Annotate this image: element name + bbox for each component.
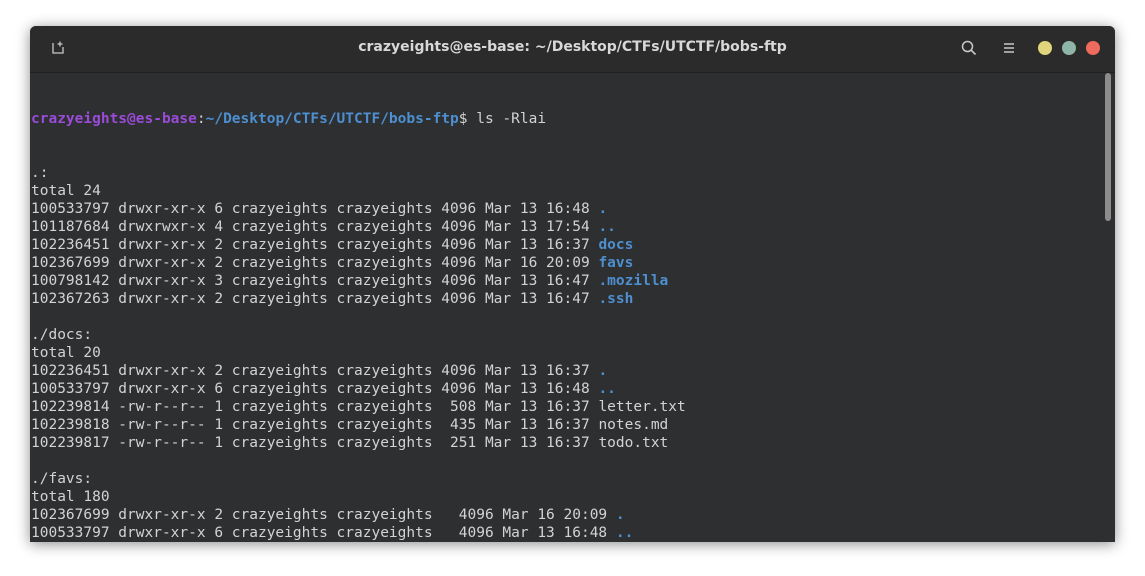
- line-text: 100533797 drwxr-xr-x 6 crazyeights crazy…: [31, 201, 599, 217]
- directory-name: .: [598, 363, 608, 379]
- output-line: 100533797 drwxr-xr-x 6 crazyeights crazy…: [31, 200, 782, 218]
- output-line: 102236451 drwxr-xr-x 2 crazyeights crazy…: [31, 236, 782, 254]
- scrollbar[interactable]: [1102, 73, 1115, 542]
- output-line: total 180: [31, 488, 782, 506]
- line-text: 102239817 -rw-r--r-- 1 crazyeights crazy…: [31, 435, 599, 451]
- line-text: 102367263 drwxr-xr-x 2 crazyeights crazy…: [31, 291, 599, 307]
- output-line: 100533797 drwxr-xr-x 6 crazyeights crazy…: [31, 380, 782, 398]
- output-line: 102239817 -rw-r--r-- 1 crazyeights crazy…: [31, 434, 782, 452]
- directory-name: docs: [598, 237, 634, 253]
- prompt-command: ls -Rlai: [467, 111, 547, 127]
- hamburger-menu-icon[interactable]: [1000, 39, 1018, 57]
- prompt-line: crazyeights@es-base:~/Desktop/CTFs/UTCTF…: [31, 110, 782, 128]
- maximize-button[interactable]: [1062, 41, 1076, 55]
- prompt-path: ~/Desktop/CTFs/UTCTF/bobs-ftp: [205, 111, 459, 127]
- prompt-separator: :: [196, 111, 206, 127]
- line-text: 102236451 drwxr-xr-x 2 crazyeights crazy…: [31, 237, 599, 253]
- output-line: 102239818 -rw-r--r-- 1 crazyeights crazy…: [31, 416, 782, 434]
- file-name: todo.txt: [598, 435, 669, 451]
- output-line: 102367263 drwxr-xr-x 2 crazyeights crazy…: [31, 290, 782, 308]
- output-line: total 24: [31, 182, 782, 200]
- prompt-symbol: $: [458, 111, 468, 127]
- directory-name: favs: [598, 255, 634, 271]
- line-text: ./docs:: [31, 327, 93, 343]
- output-line: .:: [31, 164, 782, 182]
- line-text: ./favs:: [31, 471, 93, 487]
- line-text: 100533797 drwxr-xr-x 6 crazyeights crazy…: [31, 381, 599, 397]
- title-bar: crazyeights@es-base: ~/Desktop/CTFs/UTCT…: [30, 26, 1115, 73]
- prompt-user-host: crazyeights@es-base: [31, 111, 197, 127]
- directory-name: ..: [598, 381, 616, 397]
- minimize-button[interactable]: [1038, 41, 1052, 55]
- terminal-window: crazyeights@es-base: ~/Desktop/CTFs/UTCT…: [30, 26, 1115, 542]
- line-text: total 20: [31, 345, 101, 361]
- directory-name: ..: [598, 219, 616, 235]
- line-text: .:: [31, 165, 49, 181]
- file-name: letter.txt: [598, 399, 686, 415]
- output-line: 101187684 drwxrwxr-x 4 crazyeights crazy…: [31, 218, 782, 236]
- output-lines: crazyeights@es-base:~/Desktop/CTFs/UTCTF…: [31, 74, 782, 542]
- line-text: 100533797 drwxr-xr-x 6 crazyeights crazy…: [31, 525, 616, 541]
- output-line: 102239814 -rw-r--r-- 1 crazyeights crazy…: [31, 398, 782, 416]
- file-name: notes.md: [598, 417, 669, 433]
- line-text: 100798142 drwxr-xr-x 3 crazyeights crazy…: [31, 273, 599, 289]
- new-tab-icon[interactable]: [50, 40, 66, 56]
- output-line: ./favs:: [31, 470, 782, 488]
- output-line: 102367699 drwxr-xr-x 2 crazyeights crazy…: [31, 506, 782, 524]
- line-text: 102239818 -rw-r--r-- 1 crazyeights crazy…: [31, 417, 599, 433]
- line-text: total 24: [31, 183, 101, 199]
- line-text: 101187684 drwxrwxr-x 4 crazyeights crazy…: [31, 219, 599, 235]
- line-text: 102239814 -rw-r--r-- 1 crazyeights crazy…: [31, 399, 599, 415]
- line-text: 102367699 drwxr-xr-x 2 crazyeights crazy…: [31, 255, 599, 271]
- line-text: 102367699 drwxr-xr-x 2 crazyeights crazy…: [31, 507, 616, 523]
- close-button[interactable]: [1086, 41, 1100, 55]
- directory-name: .: [615, 507, 625, 523]
- directory-name: .: [598, 201, 608, 217]
- terminal-output[interactable]: crazyeights@es-base:~/Desktop/CTFs/UTCTF…: [30, 73, 1102, 542]
- search-icon[interactable]: [960, 39, 978, 57]
- window-title: crazyeights@es-base: ~/Desktop/CTFs/UTCT…: [358, 39, 787, 55]
- output-line: 102236451 drwxr-xr-x 2 crazyeights crazy…: [31, 362, 782, 380]
- line-text: 102236451 drwxr-xr-x 2 crazyeights crazy…: [31, 363, 599, 379]
- line-text: total 180: [31, 489, 110, 505]
- output-line: ./docs:: [31, 326, 782, 344]
- scrollbar-thumb[interactable]: [1105, 73, 1111, 221]
- output-line: total 20: [31, 344, 782, 362]
- directory-name: ..: [615, 525, 634, 541]
- output-line: 100798142 drwxr-xr-x 3 crazyeights crazy…: [31, 272, 782, 290]
- output-line: 100533797 drwxr-xr-x 6 crazyeights crazy…: [31, 524, 782, 542]
- output-line: 102367699 drwxr-xr-x 2 crazyeights crazy…: [31, 254, 782, 272]
- directory-name: .ssh: [598, 291, 634, 307]
- directory-name: .mozilla: [598, 273, 669, 289]
